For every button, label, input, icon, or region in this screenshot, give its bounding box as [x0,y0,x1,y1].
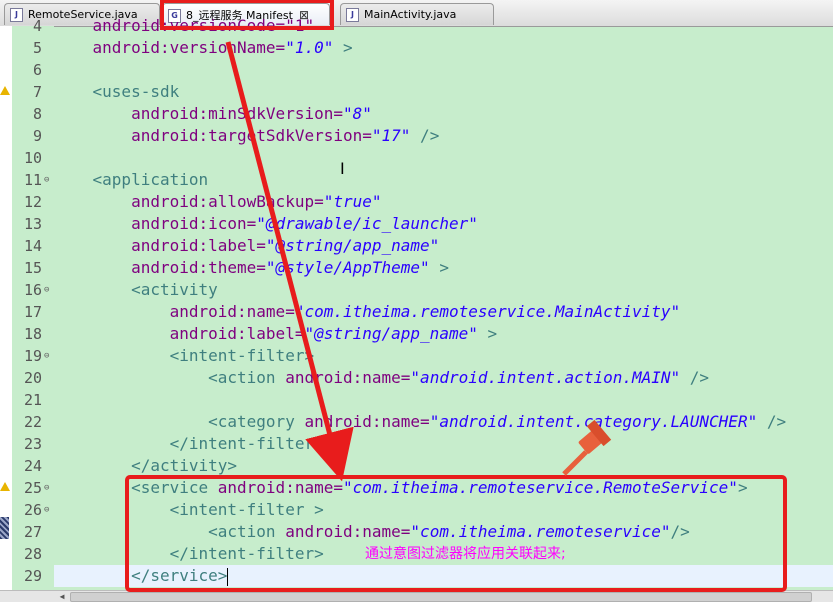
code-line-7: <uses-sdk [54,82,180,101]
annotation-marker[interactable] [0,517,9,539]
line-number: 18 [23,325,42,343]
code-line-22: <category android:name="android.intent.c… [54,412,787,431]
line-number: 21 [23,391,42,409]
line-number: 19 [23,347,42,365]
line-number: 4 [32,17,42,35]
line-number-gutter: 4 5 6 7 8 9 10 11 12 13 14 15 16 17 18 1… [0,17,54,590]
line-number: 20 [23,369,42,387]
line-number: 27 [23,523,42,541]
xml-code-editor[interactable]: android:versionCode="1" android:versionN… [54,16,833,590]
java-file-icon: J [346,8,359,22]
fold-toggle-icon[interactable]: ⊖ [44,477,49,499]
line-number: 28 [23,545,42,563]
line-number: 11 [23,171,42,189]
scroll-left-icon[interactable]: ◀ [56,591,68,602]
line-number: 6 [32,61,42,79]
line-number: 5 [32,39,42,57]
code-line-4: android:versionCode="1" [54,16,315,35]
warning-icon[interactable] [0,86,10,95]
line-number: 22 [23,413,42,431]
fold-toggle-icon[interactable]: ⊖ [44,169,49,191]
line-number: 12 [23,193,42,211]
line-number: 14 [23,237,42,255]
text-caret [227,567,229,586]
line-number: 17 [23,303,42,321]
code-line-20: <action android:name="android.intent.act… [54,368,710,387]
code-line-28: </intent-filter> [54,544,324,563]
line-number: 29 [23,567,42,585]
code-line-27: <action android:name="com.itheima.remote… [54,522,690,541]
code-line-26: <intent-filter > [54,500,324,519]
fold-toggle-icon[interactable]: ⊖ [44,499,49,521]
tab-mainactivity-java[interactable]: J MainActivity.java [340,3,494,25]
code-line-25: <service android:name="com.itheima.remot… [54,478,748,497]
code-line-16: <activity [54,280,218,299]
code-line-12: android:allowBackup="true" [54,192,382,211]
ibeam-cursor-icon: I [340,159,345,178]
code-line-19: <intent-filter> [54,346,315,365]
line-number: 23 [23,435,42,453]
code-line-23: </intent-filter> [54,434,324,453]
line-number: 15 [23,259,42,277]
code-line-11: <application [54,170,209,189]
code-line-18: android:label="@string/app_name" > [54,324,498,343]
code-line-15: android:theme="@style/AppTheme" > [54,258,449,277]
annotation-note: 通过意图过滤器将应用关联起来; [365,546,566,562]
code-line-14: android:label="@string/app_name" [54,236,440,255]
line-number: 26 [23,501,42,519]
line-number: 16 [23,281,42,299]
code-line-13: android:icon="@drawable/ic_launcher" [54,214,478,233]
fold-toggle-icon[interactable]: ⊖ [44,279,49,301]
code-line-9: android:targetSdkVersion="17" /> [54,126,440,145]
fold-toggle-icon[interactable]: ⊖ [44,345,49,367]
line-number: 25 [23,479,42,497]
line-number: 9 [32,127,42,145]
code-line-17: android:name="com.itheima.remoteservice.… [54,302,681,321]
code-line-24: </activity> [54,456,238,475]
code-line-29: </service> [54,566,229,586]
line-number: 7 [32,83,42,101]
line-number: 8 [32,105,42,123]
horizontal-scrollbar[interactable]: ◀ [0,590,833,602]
line-number: 24 [23,457,42,475]
code-line-5: android:versionName="1.0" > [54,38,353,57]
warning-icon[interactable] [0,482,10,491]
tab-label: MainActivity.java [364,8,457,21]
line-number: 13 [23,215,42,233]
code-line-8: android:minSdkVersion="8" [54,104,372,123]
line-number: 10 [23,149,42,167]
